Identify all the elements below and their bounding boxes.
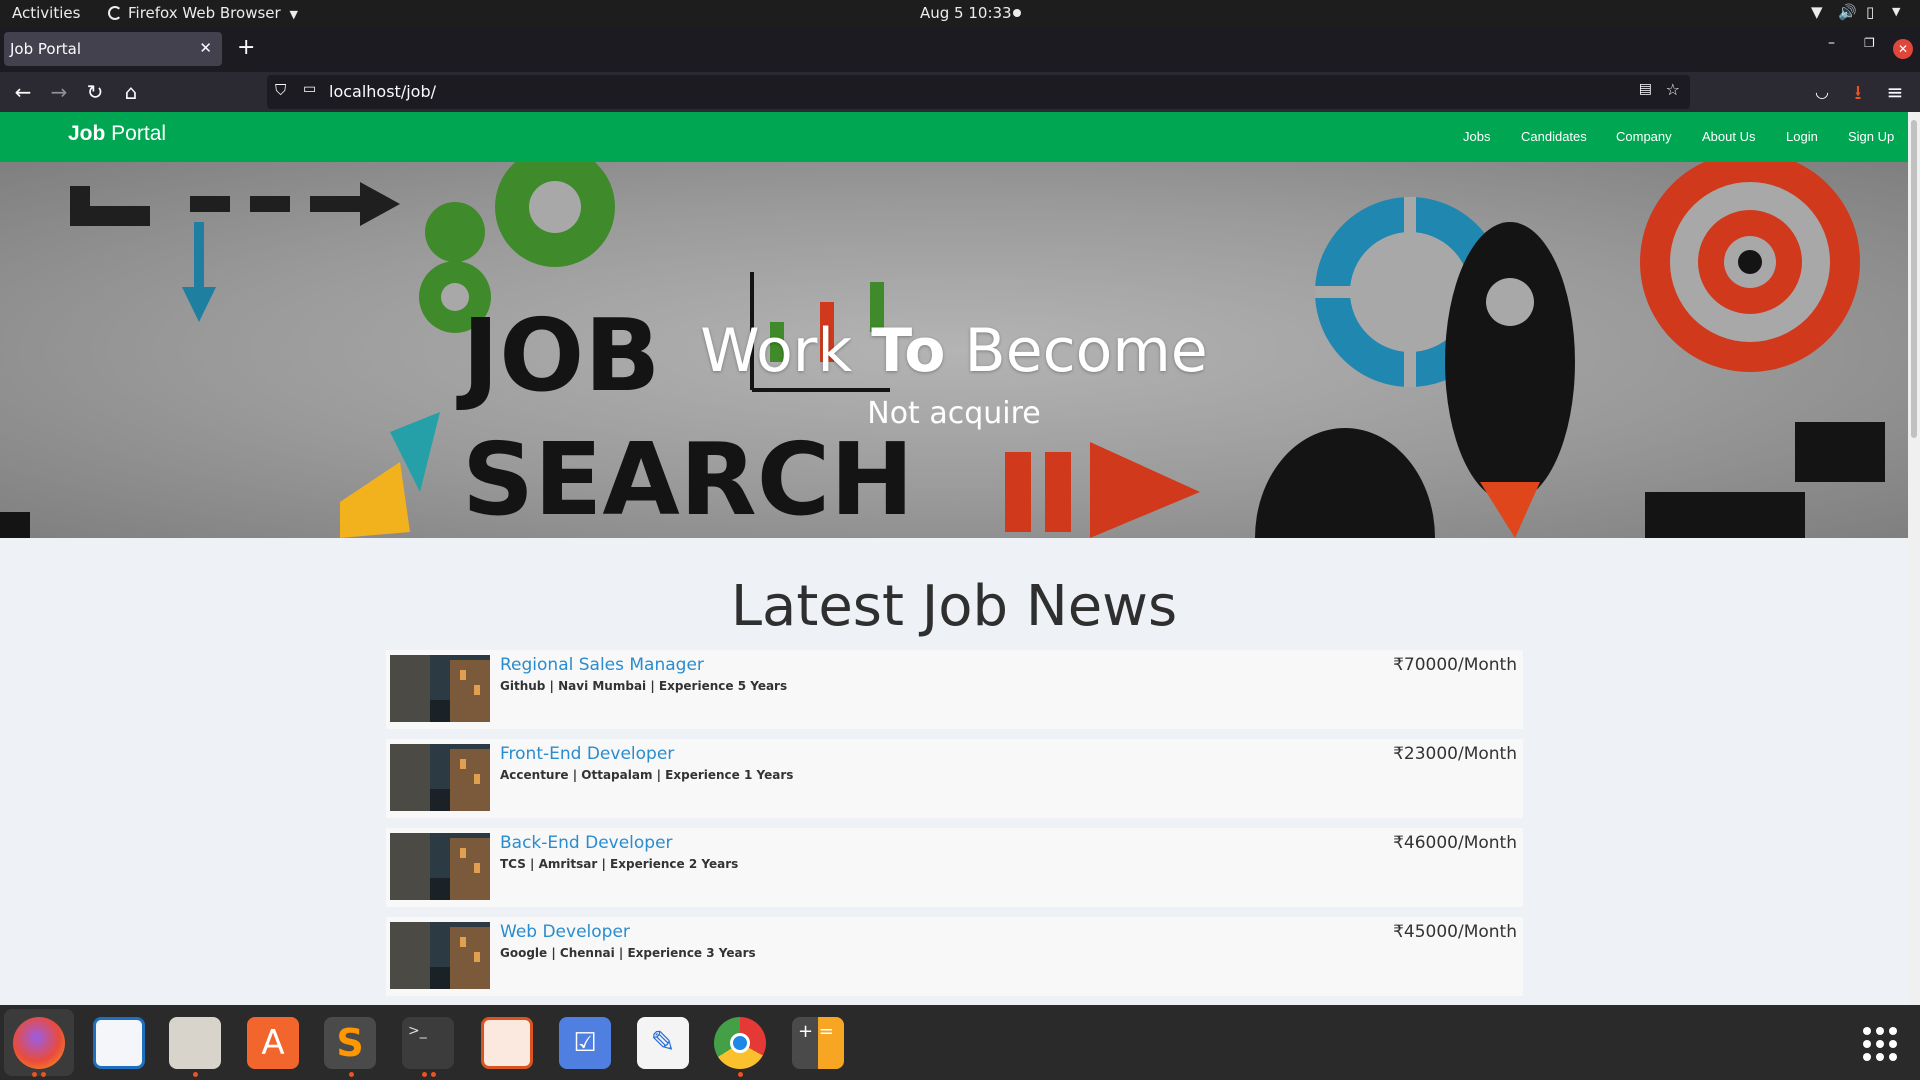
- close-window-icon[interactable]: ✕: [1893, 39, 1913, 59]
- app-menu-label: Firefox Web Browser: [128, 4, 281, 22]
- firefox-small-icon: [108, 6, 122, 20]
- job-salary: ₹46000/Month: [1393, 833, 1517, 853]
- writer-icon[interactable]: [93, 1017, 145, 1069]
- job-salary: ₹70000/Month: [1393, 655, 1517, 675]
- navigation-toolbar: ← → ↻ ⌂ ⛉ ▭ localhost/job/ ▤ ☆ ◡ ⭳ ≡: [0, 72, 1920, 112]
- chevron-down-icon: ▼: [289, 8, 298, 21]
- nav-jobs[interactable]: Jobs: [1463, 129, 1490, 144]
- nav-about-us[interactable]: About Us: [1702, 129, 1755, 144]
- bookmark-star-icon[interactable]: ☆: [1666, 80, 1680, 99]
- page-viewport: Job Portal Jobs Candidates Company About…: [0, 112, 1920, 1005]
- todo-icon[interactable]: ☑: [559, 1017, 611, 1069]
- job-meta: Google | Chennai | Experience 3 Years: [500, 946, 756, 960]
- nav-candidates[interactable]: Candidates: [1521, 129, 1587, 144]
- hero-title-part1: Work: [700, 316, 872, 386]
- hero-subtitle: Not acquire: [867, 396, 1041, 431]
- wifi-icon[interactable]: ▼: [1811, 3, 1823, 21]
- job-title[interactable]: Regional Sales Manager: [500, 655, 704, 675]
- page-icon[interactable]: ▭: [303, 81, 316, 97]
- hero-title: Work To Become: [0, 316, 1908, 386]
- nav-sign-up[interactable]: Sign Up: [1848, 129, 1894, 144]
- running-indicator: [41, 1072, 46, 1077]
- tab-job-portal[interactable]: Job Portal ✕: [4, 32, 222, 66]
- site-brand[interactable]: Job Portal: [68, 122, 166, 146]
- minimize-icon[interactable]: –: [1828, 35, 1835, 51]
- tab-title: Job Portal: [10, 40, 81, 58]
- job-thumbnail: [390, 744, 490, 811]
- pocket-icon[interactable]: ◡: [1807, 77, 1837, 107]
- site-navbar: Job Portal Jobs Candidates Company About…: [0, 112, 1908, 162]
- chrome-icon[interactable]: [714, 1017, 766, 1069]
- section-title: Latest Job News: [730, 574, 1178, 639]
- files-icon[interactable]: [169, 1017, 221, 1069]
- battery-icon[interactable]: ▯: [1866, 3, 1874, 21]
- volume-icon[interactable]: 🔊: [1838, 3, 1857, 21]
- brand-rest: Portal: [105, 122, 167, 145]
- forward-icon[interactable]: →: [44, 77, 74, 107]
- impress-icon[interactable]: [481, 1017, 533, 1069]
- job-thumbnail: [390, 922, 490, 989]
- job-title[interactable]: Back-End Developer: [500, 833, 673, 853]
- new-tab-icon[interactable]: +: [237, 35, 255, 60]
- nav-company[interactable]: Company: [1616, 129, 1672, 144]
- hero-banner: JOB SEARCH Work To Become Not acquire: [0, 162, 1908, 538]
- hero-title-bold: To: [871, 316, 946, 386]
- job-title[interactable]: Front-End Developer: [500, 744, 674, 764]
- hero-image-word-search: SEARCH: [462, 421, 914, 538]
- clock[interactable]: Aug 5 10:33: [920, 4, 1012, 22]
- calculator-icon[interactable]: + =: [792, 1017, 844, 1069]
- sublime-text-icon[interactable]: S: [324, 1017, 376, 1069]
- reader-view-icon[interactable]: ▤: [1639, 81, 1652, 97]
- back-icon[interactable]: ←: [8, 77, 38, 107]
- job-salary: ₹23000/Month: [1393, 744, 1517, 764]
- job-thumbnail: [390, 655, 490, 722]
- job-meta: Accenture | Ottapalam | Experience 1 Yea…: [500, 768, 794, 782]
- running-indicator: [431, 1072, 436, 1077]
- job-title[interactable]: Web Developer: [500, 922, 630, 942]
- tab-strip: Job Portal ✕ + – ❐ ✕: [0, 27, 1920, 72]
- close-tab-icon[interactable]: ✕: [199, 39, 212, 57]
- restore-icon[interactable]: ❐: [1864, 36, 1875, 50]
- app-menu[interactable]: Firefox Web Browser ▼: [108, 4, 298, 22]
- url-bar[interactable]: ⛉ ▭ localhost/job/ ▤ ☆: [267, 75, 1690, 109]
- job-item[interactable]: Web Developer Google | Chennai | Experie…: [386, 917, 1523, 996]
- job-thumbnail: [390, 833, 490, 900]
- running-indicator: [422, 1072, 427, 1077]
- page-scrollbar[interactable]: [1908, 112, 1920, 1005]
- running-indicator: [193, 1072, 198, 1077]
- url-text[interactable]: localhost/job/: [329, 82, 436, 101]
- dock: A S >_ ☑ ✎ + =: [0, 1005, 1920, 1080]
- text-editor-icon[interactable]: ✎: [637, 1017, 689, 1069]
- reload-icon[interactable]: ↻: [80, 77, 110, 107]
- running-indicator: [349, 1072, 354, 1077]
- system-menu-chevron-icon[interactable]: ▼: [1892, 5, 1900, 18]
- download-icon[interactable]: ⭳: [1843, 77, 1873, 107]
- running-indicator: [738, 1072, 743, 1077]
- job-meta: Github | Navi Mumbai | Experience 5 Year…: [500, 679, 788, 693]
- hero-title-part2: Become: [945, 316, 1208, 386]
- scrollbar-thumb[interactable]: [1911, 120, 1917, 438]
- shield-icon[interactable]: ⛉: [275, 81, 286, 99]
- brand-bold: Job: [68, 122, 106, 145]
- terminal-icon[interactable]: >_: [402, 1017, 454, 1069]
- home-icon[interactable]: ⌂: [116, 77, 146, 107]
- job-item[interactable]: Front-End Developer Accenture | Ottapala…: [386, 739, 1523, 818]
- running-indicator: [32, 1072, 37, 1077]
- app-center-icon[interactable]: A: [247, 1017, 299, 1069]
- notification-dot-icon: [1013, 9, 1021, 17]
- job-item[interactable]: Regional Sales Manager Github | Navi Mum…: [386, 650, 1523, 729]
- job-item[interactable]: Back-End Developer TCS | Amritsar | Expe…: [386, 828, 1523, 907]
- firefox-icon[interactable]: [13, 1017, 65, 1069]
- nav-login[interactable]: Login: [1786, 129, 1818, 144]
- hamburger-menu-icon[interactable]: ≡: [1880, 77, 1910, 107]
- job-salary: ₹45000/Month: [1393, 922, 1517, 942]
- system-top-bar: Activities Firefox Web Browser ▼ Aug 5 1…: [0, 0, 1920, 27]
- app-grid-icon[interactable]: [1863, 1027, 1897, 1061]
- job-meta: TCS | Amritsar | Experience 2 Years: [500, 857, 739, 871]
- activities-button[interactable]: Activities: [12, 4, 80, 22]
